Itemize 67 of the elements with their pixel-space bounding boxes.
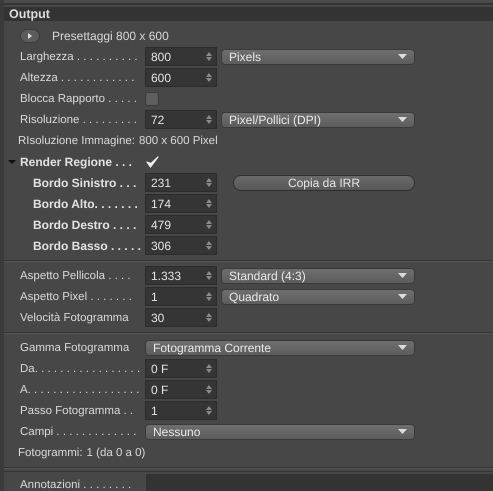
info-label: Fotogrammi: — [18, 446, 83, 458]
spinner-arrows-icon[interactable] — [206, 271, 212, 280]
dropdown-arrow-icon — [398, 294, 407, 299]
field-label: Risoluzione . . . . . . . . . — [20, 114, 138, 126]
spinner-arrows-icon[interactable] — [206, 364, 212, 373]
dropdown-arrow-icon — [398, 273, 407, 278]
dropdown[interactable]: Pixels — [221, 48, 415, 64]
dropdown-arrow-icon — [398, 345, 407, 350]
field-label: Aspetto Pixel . . . . . . . — [20, 290, 133, 302]
field-label: Altezza . . . . . . . . . . . . — [20, 72, 136, 84]
field-label: Passo Fotogramma . . — [20, 404, 134, 416]
dropdown[interactable]: Quadrato — [221, 288, 415, 304]
spinner-arrows-icon[interactable] — [206, 52, 212, 61]
field-label: Aspetto Pellicola . . . . — [20, 270, 132, 282]
field-label: Bordo Basso . . . . . — [32, 238, 142, 252]
number-field[interactable]: 479 — [145, 215, 217, 234]
spinner-arrows-icon[interactable] — [206, 178, 212, 187]
group-label: Render Regione . . . — [20, 154, 134, 168]
number-field[interactable]: 72 — [145, 110, 217, 129]
spinner-arrows-icon[interactable] — [206, 313, 212, 322]
number-field[interactable]: 306 — [145, 236, 217, 255]
number-field[interactable]: 800 — [145, 47, 217, 66]
field-label: Bordo Destro . . . . — [32, 218, 138, 232]
play-icon — [27, 32, 33, 38]
panel-title: Output — [9, 7, 50, 21]
number-field[interactable]: 1.333 — [145, 266, 217, 285]
dropdown[interactable]: Standard (4:3) — [221, 268, 415, 284]
number-field[interactable]: 0 F — [145, 380, 217, 399]
dropdown-arrow-icon — [398, 117, 407, 122]
spinner-arrows-icon[interactable] — [206, 385, 212, 394]
dropdown-arrow-icon — [398, 429, 407, 434]
field-label: Blocca Rapporto . . . . . — [20, 92, 138, 104]
spinner-arrows-icon[interactable] — [206, 406, 212, 415]
expand-arrow-icon[interactable] — [8, 158, 16, 166]
dropdown[interactable]: Pixel/Pollici (DPI) — [221, 112, 415, 128]
number-field[interactable]: 0 F — [145, 359, 217, 378]
dropdown[interactable]: Fotogramma Corrente — [145, 340, 415, 356]
spinner-arrows-icon[interactable] — [206, 115, 212, 124]
field-label: A. . . . . . . . . . . . . . . . . . — [20, 384, 140, 396]
field-label: Larghezza . . . . . . . . . . — [20, 50, 139, 62]
info-label: RIsoluzione Immagine: — [18, 134, 135, 146]
field-label: Da. . . . . . . . . . . . . . . . . — [20, 362, 142, 374]
checkbox[interactable] — [145, 92, 159, 106]
spinner-arrows-icon[interactable] — [206, 292, 212, 301]
spinner-arrows-icon[interactable] — [206, 220, 212, 229]
copy-button[interactable]: Copia da IRR — [233, 174, 415, 190]
number-field[interactable]: 30 — [145, 308, 217, 327]
spinner-arrows-icon[interactable] — [206, 73, 212, 82]
dropdown[interactable]: Nessuno — [145, 424, 415, 440]
spinner-arrows-icon[interactable] — [206, 199, 212, 208]
field-label: Annotazioni . . . . . . . . — [19, 478, 132, 491]
number-field[interactable]: 1 — [145, 401, 217, 420]
field-label: Bordo Alto. . . . . . . — [32, 196, 139, 210]
preset-label: Presettaggi 800 x 600 — [52, 28, 169, 42]
info-value: 1 (da 0 a 0) — [86, 446, 146, 458]
field-label: Campi . . . . . . . . . . . . . — [20, 426, 138, 438]
spinner-arrows-icon[interactable] — [206, 241, 212, 250]
field-label: Gamma Fotogramma — [20, 342, 130, 354]
number-field[interactable]: 174 — [145, 194, 217, 213]
field-label: Velocità Fotogramma — [20, 312, 130, 324]
dropdown-arrow-icon — [398, 54, 407, 59]
number-field[interactable]: 1 — [145, 287, 217, 306]
info-value: 800 x 600 Pixel — [138, 134, 218, 146]
preset-button[interactable] — [20, 28, 40, 42]
number-field[interactable]: 600 — [145, 68, 217, 87]
field-label: Bordo Sinistro . . . — [32, 176, 138, 190]
number-field[interactable]: 231 — [145, 173, 217, 192]
